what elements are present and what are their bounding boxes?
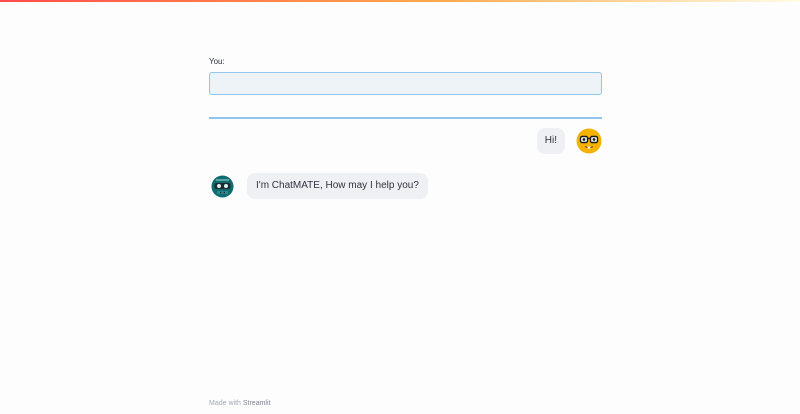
user-message-bubble: Hi!	[536, 128, 565, 154]
header-decoration-bar	[0, 0, 800, 2]
chat-input-label: You:	[209, 57, 225, 66]
footer: Made with Streamlit	[209, 400, 270, 407]
bot-message-bubble: I'm ChatMATE, How may I help you?	[247, 173, 428, 199]
footer-prefix: Made with	[209, 400, 243, 407]
bot-avatar-icon	[211, 175, 234, 197]
app-page: You: Hi! I'm ChatMATE, How may I help yo…	[0, 0, 800, 414]
chat-text-input[interactable]	[209, 72, 602, 95]
nerd-face-emoji-icon	[576, 128, 602, 154]
bot-message-row: I'm ChatMATE, How may I help you?	[211, 173, 428, 199]
user-message-row: Hi!	[536, 128, 602, 154]
chat-divider	[209, 117, 602, 119]
streamlit-link[interactable]: Streamlit	[243, 400, 271, 407]
